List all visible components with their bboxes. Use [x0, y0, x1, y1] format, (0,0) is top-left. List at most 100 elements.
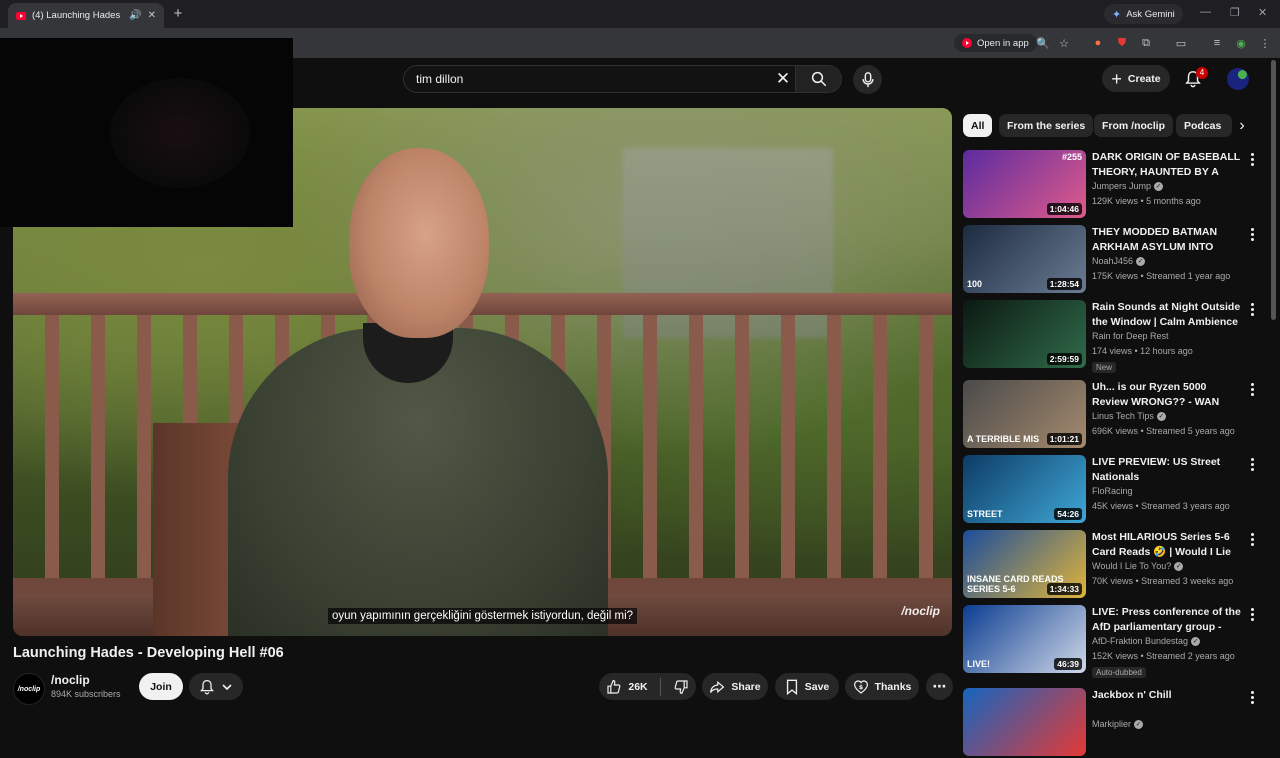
recommendation-title[interactable]: LIVE PREVIEW: US Street Nationals — [1092, 455, 1242, 485]
reading-list-icon[interactable]: ≡ — [1208, 34, 1226, 52]
save-button[interactable]: Save — [775, 673, 839, 700]
video-duration: 2:59:59 — [1046, 353, 1082, 365]
browser-menu-icon[interactable]: ⋮ — [1256, 34, 1274, 52]
chip-podcasts[interactable]: Podcas — [1176, 114, 1232, 137]
recommendation-thumbnail[interactable]: INSANE CARD READS SERIES 5-6 1:34:33 — [963, 530, 1086, 598]
recommendation-thumbnail[interactable]: 2:59:59 — [963, 300, 1086, 368]
more-options-icon[interactable] — [1246, 455, 1258, 473]
video-duration: 1:34:33 — [1046, 583, 1082, 595]
plus-icon: + — [1111, 68, 1122, 89]
channel-watermark[interactable]: /noclip — [901, 604, 940, 618]
zoom-icon[interactable]: 🔍 — [1034, 34, 1052, 52]
channel-label: Linus Tech Tips — [1092, 411, 1154, 421]
recommendation-thumbnail[interactable]: 100 1:28:54 — [963, 225, 1086, 293]
extensions-puzzle-icon[interactable]: ⧉ — [1137, 34, 1155, 52]
chip-all[interactable]: All — [963, 114, 993, 137]
profile-icon[interactable]: ◉ — [1232, 34, 1250, 52]
recommendation-title[interactable]: THEY MODDED BATMAN ARKHAM ASYLUM INTO CA… — [1092, 225, 1242, 255]
like-count[interactable]: 26K — [628, 681, 647, 693]
recommendation-meta: 70K views • Streamed 3 weeks ago — [1092, 576, 1234, 586]
recommendation-title[interactable]: LIVE: Press conference of the AfD parlia… — [1092, 605, 1242, 635]
more-options-icon[interactable] — [1246, 530, 1258, 548]
channel-name[interactable]: /noclip — [51, 673, 90, 687]
recommendation-title[interactable]: DARK ORIGIN OF BASEBALL THEORY, HAUNTED … — [1092, 150, 1242, 180]
speaker-icon[interactable]: 🔊 — [129, 10, 141, 21]
like-dislike-group: 26K — [599, 673, 696, 700]
recommendation-thumbnail[interactable] — [963, 688, 1086, 756]
bookmark-star-icon[interactable]: ☆ — [1055, 34, 1073, 52]
thumbnail-overlay-text: A TERRIBLE MIS — [967, 434, 1040, 444]
recommendation-item[interactable]: A TERRIBLE MIS 1:01:21 Uh... is our Ryzen … — [963, 380, 1263, 450]
extension-fox-icon[interactable]: ● — [1089, 34, 1107, 52]
recommendation-item[interactable]: 100 1:28:54 THEY MODDED BATMAN ARKHAM ASYL… — [963, 225, 1263, 295]
ask-gemini-button[interactable]: ✦ Ask Gemini — [1104, 4, 1183, 24]
video-duration: 1:28:54 — [1046, 278, 1082, 290]
recommendation-thumbnail[interactable]: STREET 54:26 — [963, 455, 1086, 523]
clear-search-icon[interactable]: ✕ — [772, 68, 794, 90]
more-options-icon[interactable] — [1246, 300, 1258, 318]
chip-from-noclip[interactable]: From /noclip — [1094, 114, 1173, 137]
more-actions-button[interactable]: ⋯ — [926, 673, 953, 700]
more-options-icon[interactable] — [1246, 688, 1258, 706]
recommendation-item[interactable]: STREET 54:26 LIVE PREVIEW: US Street Natio… — [963, 455, 1263, 525]
recommendation-item[interactable]: #255 1:04:46 DARK ORIGIN OF BASEBALL THEOR… — [963, 150, 1263, 220]
recommendation-channel[interactable]: Rain for Deep Rest — [1092, 331, 1169, 341]
chip-scroll-right-icon[interactable]: › — [1231, 114, 1253, 137]
recommendation-channel[interactable]: AfD-Fraktion Bundestag ✓ — [1092, 636, 1201, 646]
recommendation-item[interactable]: Jackbox n' Chill Markiplier ✓ — [963, 688, 1263, 758]
thanks-button[interactable]: $ Thanks — [845, 673, 919, 700]
page-scrollbar[interactable] — [1271, 60, 1276, 320]
svg-text:$: $ — [858, 683, 863, 691]
gemini-icon: ✦ — [1112, 8, 1122, 21]
more-options-icon[interactable] — [1246, 150, 1258, 168]
account-avatar[interactable] — [1227, 68, 1249, 90]
recommendation-thumbnail[interactable]: #255 1:04:46 — [963, 150, 1086, 218]
like-icon[interactable] — [606, 679, 622, 695]
recommendation-title[interactable]: Most HILARIOUS Series 5-6 Card Reads 🤣 |… — [1092, 530, 1242, 560]
video-duration: 46:39 — [1054, 658, 1082, 670]
miniplayer-overlay[interactable] — [0, 38, 293, 227]
share-button[interactable]: Share — [702, 673, 768, 700]
extension-shield-icon[interactable]: ⛊ — [1113, 34, 1131, 52]
recommendation-channel[interactable]: Markiplier ✓ — [1092, 719, 1144, 729]
recommendation-item[interactable]: 2:59:59 Rain Sounds at Night Outside the … — [963, 300, 1263, 373]
recommendation-item[interactable]: INSANE CARD READS SERIES 5-6 1:34:33 Most … — [963, 530, 1263, 600]
recommendation-channel[interactable]: Linus Tech Tips ✓ — [1092, 411, 1166, 421]
close-window-icon[interactable]: ✕ — [1258, 6, 1267, 19]
recommendation-meta: 129K views • 5 months ago — [1092, 196, 1201, 206]
more-options-icon[interactable] — [1246, 605, 1258, 623]
verified-check-icon: ✓ — [1156, 411, 1166, 421]
recommendation-channel[interactable]: Jumpers Jump ✓ — [1092, 181, 1164, 191]
dislike-icon[interactable] — [673, 679, 689, 695]
recommendation-title[interactable]: Jackbox n' Chill — [1092, 688, 1242, 703]
close-tab-icon[interactable]: ✕ — [148, 10, 156, 21]
recommendation-meta: 696K views • Streamed 5 years ago — [1092, 426, 1235, 436]
join-button[interactable]: Join — [139, 673, 183, 700]
recommendation-channel[interactable]: Would I Lie To You? ✓ — [1092, 561, 1184, 571]
chip-from-the-series[interactable]: From the series — [999, 114, 1094, 137]
recommendation-item[interactable]: LIVE! 46:39 LIVE: Press conference of the … — [963, 605, 1263, 678]
browser-tab[interactable]: (4) Launching Hades - Deve 🔊 ✕ — [8, 3, 164, 28]
more-options-icon[interactable] — [1246, 380, 1258, 398]
subscription-bell-button[interactable] — [189, 673, 243, 700]
open-in-app-button[interactable]: Open in app — [954, 34, 1037, 52]
search-icon — [811, 71, 826, 87]
video-subtitle: oyun yapımının gerçekliğini göstermek is… — [13, 608, 952, 624]
recommendation-channel[interactable]: NoahJ456 ✓ — [1092, 256, 1146, 266]
recommendation-title[interactable]: Uh... is our Ryzen 5000 Review WRONG?? -… — [1092, 380, 1242, 410]
more-options-icon[interactable] — [1246, 225, 1258, 243]
recommendation-thumbnail[interactable]: A TERRIBLE MIS 1:01:21 — [963, 380, 1086, 448]
microphone-icon — [861, 71, 874, 87]
maximize-icon[interactable]: ❐ — [1230, 6, 1240, 19]
minimize-icon[interactable]: — — [1200, 6, 1211, 18]
cast-icon[interactable]: ▭ — [1172, 34, 1190, 52]
search-input[interactable]: tim dillon — [403, 65, 796, 93]
recommendation-thumbnail[interactable]: LIVE! 46:39 — [963, 605, 1086, 673]
channel-avatar[interactable]: /noclip — [13, 673, 45, 705]
voice-search-button[interactable] — [853, 65, 882, 94]
recommendation-channel[interactable]: FloRacing — [1092, 486, 1133, 496]
new-tab-button[interactable]: + — [171, 5, 185, 22]
create-button[interactable]: + Create — [1102, 65, 1170, 92]
recommendation-title[interactable]: Rain Sounds at Night Outside the Window … — [1092, 300, 1242, 330]
search-button[interactable] — [796, 65, 842, 93]
